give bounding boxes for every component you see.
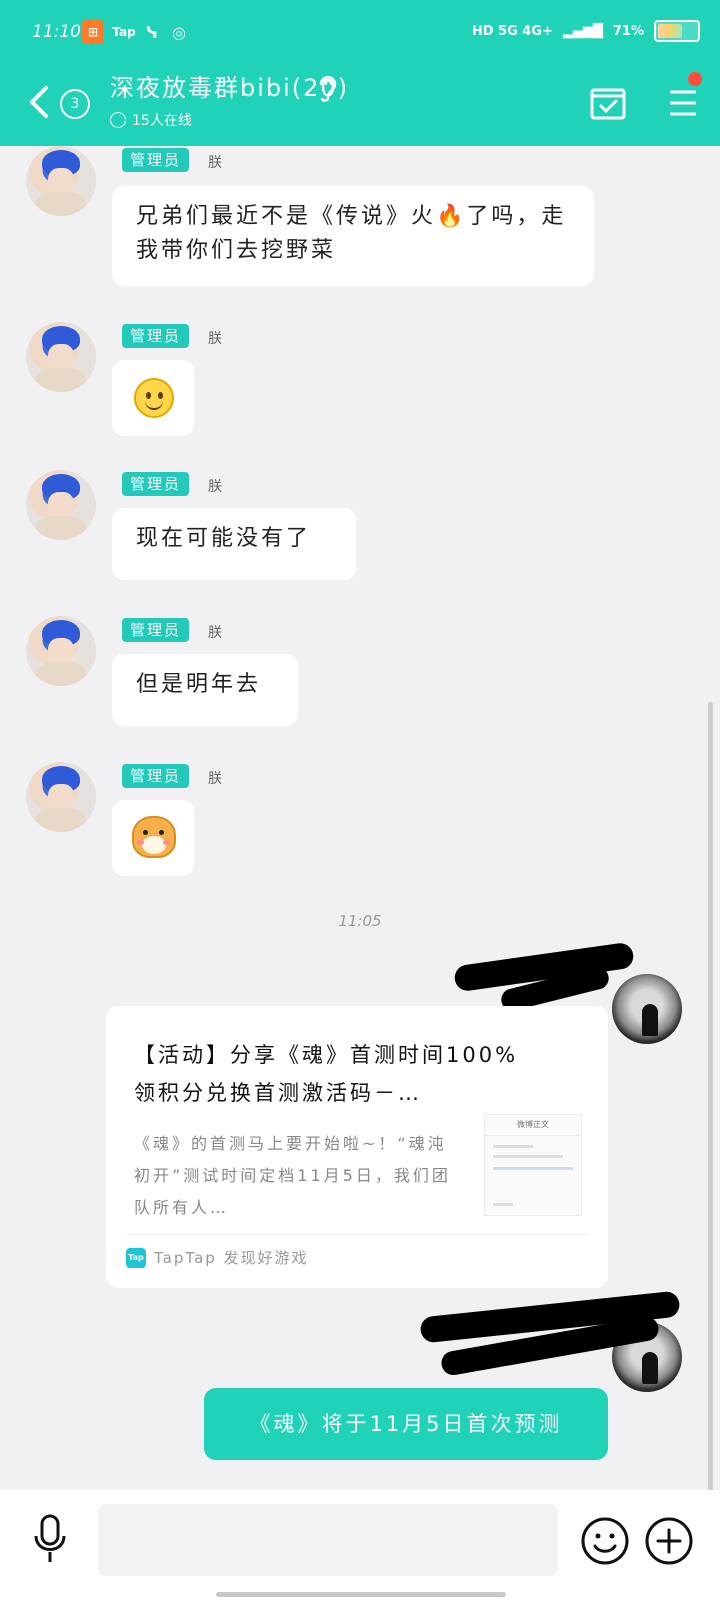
input-bar	[0, 1490, 720, 1600]
emoji-icon[interactable]	[580, 1516, 630, 1566]
message-bubble[interactable]: 兄弟们最近不是《传说》火🔥了吗，走我带你们去挖野菜	[112, 186, 594, 286]
status-right: HD 5G 4G+ ▂▄▆█ 71%	[472, 20, 700, 42]
status-bar: 11:10 ⊞ Tap ᓭ ◎ HD 5G 4G+ ▂▄▆█ 71%	[0, 18, 720, 52]
scrollbar[interactable]	[708, 702, 713, 1490]
app-notification-icon: ⊞	[82, 20, 104, 44]
my-avatar[interactable]	[612, 974, 682, 1044]
message-bubble[interactable]: 但是明年去	[112, 654, 298, 726]
admin-badge: 管理员	[122, 618, 190, 642]
dog-emoji-icon	[132, 816, 176, 858]
battery-icon	[654, 20, 700, 42]
online-count: 15人在线	[132, 113, 192, 129]
thumbnail-header: 微博正文	[485, 1115, 581, 1136]
menu-icon[interactable]	[668, 88, 698, 118]
online-status[interactable]: 15人在线	[110, 110, 192, 130]
ear-icon[interactable]	[316, 70, 340, 104]
share-card-description: 《魂》的首测马上要开始啦~！“魂沌初开”测试时间定档11月5日，我们团队所有人…	[134, 1134, 451, 1217]
share-source: TapTap 发现好游戏	[154, 1249, 309, 1267]
battery-percent: 71%	[612, 23, 644, 39]
taptap-icon: Tap	[126, 1248, 146, 1268]
message-input[interactable]	[98, 1504, 558, 1576]
notification-dot	[688, 72, 702, 86]
admin-badge: 管理员	[122, 472, 190, 496]
network-indicator: HD 5G 4G+	[471, 23, 553, 39]
online-icon	[110, 112, 126, 128]
home-indicator[interactable]	[216, 1592, 506, 1597]
status-time: 11:10	[32, 22, 81, 42]
wechat-icon: ◎	[172, 22, 186, 42]
sender-name: 朕	[208, 331, 222, 347]
share-card-thumbnail: 微博正文	[484, 1114, 582, 1216]
microphone-icon[interactable]	[30, 1512, 70, 1568]
group-title[interactable]: 深夜放毒群bibi(20)	[110, 68, 349, 103]
sender-name: 朕	[208, 625, 222, 641]
admin-badge: 管理员	[122, 764, 190, 788]
tap-notification-icon: Tap	[112, 25, 136, 39]
sticker-bubble[interactable]	[112, 360, 194, 436]
top-bar: 11:10 ⊞ Tap ᓭ ◎ HD 5G 4G+ ▂▄▆█ 71% 3 深夜放…	[0, 0, 720, 146]
share-card[interactable]: 【活动】分享《魂》首测时间100%领积分兑换首测激活码－… 《魂》的首测马上要开…	[106, 1006, 608, 1288]
smile-emoji-icon	[134, 378, 174, 418]
sender-name: 朕	[208, 155, 222, 171]
avatar[interactable]	[26, 616, 96, 686]
message-bubble[interactable]: 现在可能没有了	[112, 508, 356, 580]
telecom-icon: ᓭ	[146, 22, 158, 42]
avatar[interactable]	[26, 322, 96, 392]
sticker-bubble[interactable]	[112, 800, 194, 876]
avatar[interactable]	[26, 762, 96, 832]
my-message-bubble[interactable]: 《魂》将于11月5日首次预测	[204, 1388, 608, 1460]
plus-icon[interactable]	[644, 1516, 694, 1566]
share-card-title: 【活动】分享《魂》首测时间100%领积分兑换首测激活码－…	[134, 1043, 519, 1105]
unread-count-badge[interactable]: 3	[60, 89, 90, 119]
back-arrow-icon[interactable]	[26, 82, 54, 122]
chat-area[interactable]: 管理员 朕 兄弟们最近不是《传说》火🔥了吗，走我带你们去挖野菜 管理员 朕 管理…	[0, 146, 720, 1490]
calendar-check-icon[interactable]	[590, 84, 626, 120]
signal-icon: ▂▄▆█	[562, 23, 603, 39]
sender-name: 朕	[208, 479, 222, 495]
admin-badge: 管理员	[122, 148, 190, 172]
message-timestamp: 11:05	[338, 912, 382, 930]
admin-badge: 管理员	[122, 324, 190, 348]
avatar[interactable]	[26, 146, 96, 216]
sender-name: 朕	[208, 771, 222, 787]
avatar[interactable]	[26, 470, 96, 540]
